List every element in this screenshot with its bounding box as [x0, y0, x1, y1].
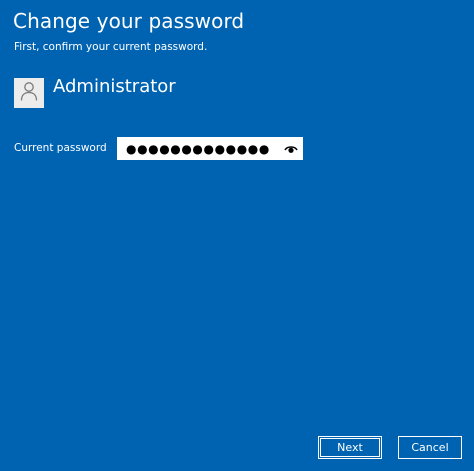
- current-password-input[interactable]: ●●●●●●●●●●●●●: [117, 137, 303, 160]
- avatar: [14, 78, 44, 108]
- eye-icon[interactable]: [283, 141, 299, 156]
- user-icon: [20, 81, 38, 105]
- page-title: Change your password: [13, 9, 245, 33]
- cancel-button[interactable]: Cancel: [398, 436, 462, 459]
- change-password-dialog: Change your password First, confirm your…: [0, 0, 474, 471]
- password-masked-value: ●●●●●●●●●●●●●: [126, 141, 270, 156]
- page-subtitle: First, confirm your current password.: [14, 41, 208, 53]
- account-info: Administrator: [14, 76, 176, 108]
- next-button[interactable]: Next: [318, 436, 382, 459]
- account-name: Administrator: [53, 76, 176, 97]
- current-password-label: Current password: [14, 142, 107, 154]
